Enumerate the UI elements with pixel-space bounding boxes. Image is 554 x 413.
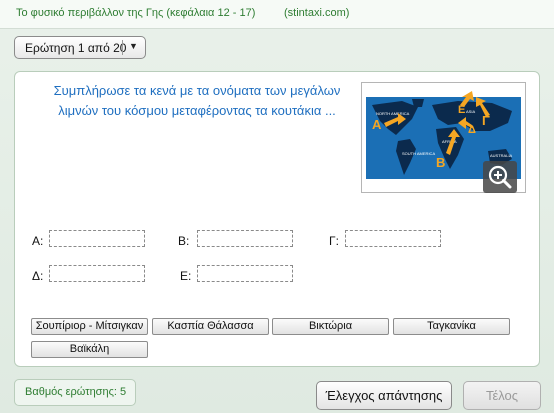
blank-a-dropzone[interactable]: [49, 230, 145, 247]
question-grade-label: Βαθμός ερώτησης: 5: [25, 386, 127, 398]
zoom-in-button[interactable]: [483, 161, 517, 193]
choice-chip[interactable]: Κασπία Θάλασσα: [152, 318, 269, 335]
marker-g: Γ: [482, 113, 490, 128]
marker-b: B: [436, 155, 445, 170]
blank-label-a: Α:: [32, 234, 44, 248]
top-bar: Το φυσικό περιβάλλον της Γης (κεφάλαια 1…: [0, 0, 554, 29]
question-panel: Συμπλήρωσε τα κενά με τα ονόματα των μεγ…: [14, 71, 540, 367]
blank-label-e: Ε:: [180, 269, 192, 283]
question-selector-label: Ερώτηση 1 από 20: [25, 41, 127, 55]
selector-divider: [122, 40, 123, 55]
chevron-down-icon[interactable]: ▼: [129, 41, 138, 51]
blank-label-g: Γ:: [329, 234, 339, 248]
zoom-in-icon: [488, 165, 512, 189]
marker-a: A: [372, 117, 382, 132]
choice-chip[interactable]: Σουπίριορ - Μίτσιγκαν: [31, 318, 148, 335]
question-instruction: Συμπλήρωσε τα κενά με τα ονόματα των μεγ…: [53, 83, 341, 118]
map-label-south-america: SOUTH AMERICA: [402, 151, 435, 156]
choice-chip[interactable]: Βικτώρια: [272, 318, 389, 335]
course-title: Το φυσικό περιβάλλον της Γης (κεφάλαια 1…: [16, 7, 256, 19]
check-answer-button[interactable]: Έλεγχος απάντησης: [316, 381, 452, 410]
site-label: (stintaxi.com): [284, 7, 350, 19]
blank-g-dropzone[interactable]: [345, 230, 441, 247]
blank-e-dropzone[interactable]: [197, 265, 293, 282]
marker-d: Δ: [468, 124, 476, 136]
blank-d-dropzone[interactable]: [49, 265, 145, 282]
question-selector[interactable]: Ερώτηση 1 από 20 ▼: [14, 36, 146, 59]
map-label-australia: AUSTRALIA: [490, 153, 513, 158]
blank-label-d: Δ:: [32, 269, 44, 283]
greenland: [412, 99, 424, 107]
map-label-north-america: NORTH AMERICA: [376, 111, 410, 116]
question-grade-badge: Βαθμός ερώτησης: 5: [14, 379, 136, 406]
end-button[interactable]: Τέλος: [463, 381, 541, 410]
choice-chip[interactable]: Ταγκανίκα: [393, 318, 510, 335]
choice-chip[interactable]: Βαϊκάλη: [31, 341, 148, 358]
marker-e: E: [458, 104, 465, 116]
world-map-image: NORTH AMERICA SOUTH AMERICA ASIA AFRICA …: [361, 82, 526, 193]
blank-b-dropzone[interactable]: [197, 230, 293, 247]
blank-label-b: Β:: [178, 234, 190, 248]
map-label-asia: ASIA: [466, 109, 475, 114]
